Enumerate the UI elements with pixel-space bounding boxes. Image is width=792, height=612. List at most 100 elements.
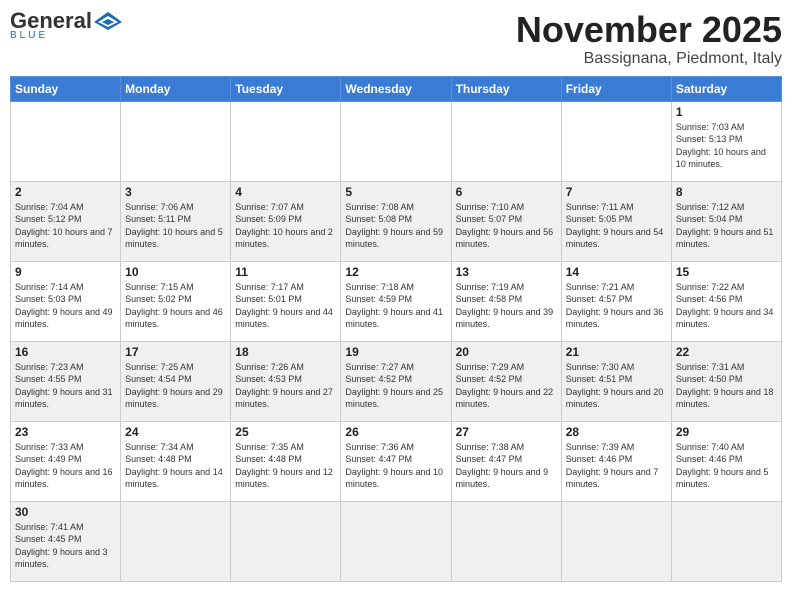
day-info: Sunrise: 7:23 AM Sunset: 4:55 PM Dayligh… — [15, 361, 116, 411]
day-number: 9 — [15, 265, 116, 279]
calendar-day-cell: 1 Sunrise: 7:03 AM Sunset: 5:13 PM Daylig… — [671, 101, 781, 181]
day-info: Sunrise: 7:27 AM Sunset: 4:52 PM Dayligh… — [345, 361, 446, 411]
calendar-day-cell — [231, 101, 341, 181]
logo: General BLUE — [10, 10, 124, 41]
calendar-day-cell: 2Sunrise: 7:04 AM Sunset: 5:12 PM Daylig… — [11, 181, 121, 261]
calendar-day-cell: 14Sunrise: 7:21 AM Sunset: 4:57 PM Dayli… — [561, 261, 671, 341]
calendar-week-row: 2Sunrise: 7:04 AM Sunset: 5:12 PM Daylig… — [11, 181, 782, 261]
calendar-day-cell — [121, 501, 231, 581]
day-number: 19 — [345, 345, 446, 359]
day-number: 10 — [125, 265, 226, 279]
day-info: Sunrise: 7:22 AM Sunset: 4:56 PM Dayligh… — [676, 281, 777, 331]
day-number: 14 — [566, 265, 667, 279]
calendar-day-cell: 8 Sunrise: 7:12 AM Sunset: 5:04 PM Daylig… — [671, 181, 781, 261]
day-number: 11 — [235, 265, 336, 279]
day-info: Sunrise: 7:26 AM Sunset: 4:53 PM Dayligh… — [235, 361, 336, 411]
day-number: 4 — [235, 185, 336, 199]
calendar-day-cell: 9 Sunrise: 7:14 AM Sunset: 5:03 PM Daylig… — [11, 261, 121, 341]
day-info: Sunrise: 7:41 AM Sunset: 4:45 PM Dayligh… — [15, 521, 116, 571]
weekday-header-tuesday: Tuesday — [231, 76, 341, 101]
day-number: 20 — [456, 345, 557, 359]
logo-text: General — [10, 10, 124, 32]
day-number: 13 — [456, 265, 557, 279]
day-info: Sunrise: 7:14 AM Sunset: 5:03 PM Dayligh… — [15, 281, 116, 331]
day-info: Sunrise: 7:38 AM Sunset: 4:47 PM Dayligh… — [456, 441, 557, 491]
day-info: Sunrise: 7:34 AM Sunset: 4:48 PM Dayligh… — [125, 441, 226, 491]
calendar-day-cell — [561, 101, 671, 181]
day-info: Sunrise: 7:03 AM Sunset: 5:13 PM Dayligh… — [676, 121, 777, 171]
weekday-header-monday: Monday — [121, 76, 231, 101]
weekday-header-thursday: Thursday — [451, 76, 561, 101]
day-info: Sunrise: 7:30 AM Sunset: 4:51 PM Dayligh… — [566, 361, 667, 411]
calendar-day-cell — [561, 501, 671, 581]
day-info: Sunrise: 7:33 AM Sunset: 4:49 PM Dayligh… — [15, 441, 116, 491]
month-title: November 2025 — [516, 10, 782, 50]
calendar-day-cell — [451, 101, 561, 181]
calendar-day-cell: 22Sunrise: 7:31 AM Sunset: 4:50 PM Dayli… — [671, 341, 781, 421]
day-info: Sunrise: 7:17 AM Sunset: 5:01 PM Dayligh… — [235, 281, 336, 331]
day-number: 21 — [566, 345, 667, 359]
calendar-day-cell: 12 Sunrise: 7:18 AM Sunset: 4:59 PM Dayli… — [341, 261, 451, 341]
calendar-day-cell — [231, 501, 341, 581]
day-number: 17 — [125, 345, 226, 359]
day-number: 25 — [235, 425, 336, 439]
weekday-header-saturday: Saturday — [671, 76, 781, 101]
day-info: Sunrise: 7:18 AM Sunset: 4:59 PM Dayligh… — [345, 281, 446, 331]
day-number: 27 — [456, 425, 557, 439]
calendar-day-cell: 29Sunrise: 7:40 AM Sunset: 4:46 PM Dayli… — [671, 421, 781, 501]
location-subtitle: Bassignana, Piedmont, Italy — [516, 50, 782, 68]
day-info: Sunrise: 7:29 AM Sunset: 4:52 PM Dayligh… — [456, 361, 557, 411]
day-info: Sunrise: 7:19 AM Sunset: 4:58 PM Dayligh… — [456, 281, 557, 331]
weekday-header-wednesday: Wednesday — [341, 76, 451, 101]
calendar-day-cell — [11, 101, 121, 181]
calendar-day-cell: 23 Sunrise: 7:33 AM Sunset: 4:49 PM Dayli… — [11, 421, 121, 501]
calendar-day-cell: 7 Sunrise: 7:11 AM Sunset: 5:05 PM Daylig… — [561, 181, 671, 261]
page: General BLUE November 2025 Bassignana, P… — [0, 0, 792, 592]
calendar-day-cell — [451, 501, 561, 581]
title-block: November 2025 Bassignana, Piedmont, Ital… — [516, 10, 782, 68]
header: General BLUE November 2025 Bassignana, P… — [10, 10, 782, 68]
day-info: Sunrise: 7:12 AM Sunset: 5:04 PM Dayligh… — [676, 201, 777, 251]
day-number: 30 — [15, 505, 116, 519]
calendar-day-cell: 16 Sunrise: 7:23 AM Sunset: 4:55 PM Dayli… — [11, 341, 121, 421]
day-number: 24 — [125, 425, 226, 439]
calendar-day-cell: 20 Sunrise: 7:29 AM Sunset: 4:52 PM Dayli… — [451, 341, 561, 421]
day-info: Sunrise: 7:36 AM Sunset: 4:47 PM Dayligh… — [345, 441, 446, 491]
calendar-week-row: 1 Sunrise: 7:03 AM Sunset: 5:13 PM Daylig… — [11, 101, 782, 181]
calendar-day-cell: 4Sunrise: 7:07 AM Sunset: 5:09 PM Daylig… — [231, 181, 341, 261]
weekday-header-row: SundayMondayTuesdayWednesdayThursdayFrid… — [11, 76, 782, 101]
calendar-day-cell: 5Sunrise: 7:08 AM Sunset: 5:08 PM Daylig… — [341, 181, 451, 261]
day-number: 23 — [15, 425, 116, 439]
day-number: 1 — [676, 105, 777, 119]
calendar-day-cell: 30 Sunrise: 7:41 AM Sunset: 4:45 PM Dayli… — [11, 501, 121, 581]
day-number: 29 — [676, 425, 777, 439]
day-info: Sunrise: 7:35 AM Sunset: 4:48 PM Dayligh… — [235, 441, 336, 491]
day-info: Sunrise: 7:39 AM Sunset: 4:46 PM Dayligh… — [566, 441, 667, 491]
weekday-header-sunday: Sunday — [11, 76, 121, 101]
calendar-day-cell: 18Sunrise: 7:26 AM Sunset: 4:53 PM Dayli… — [231, 341, 341, 421]
day-info: Sunrise: 7:06 AM Sunset: 5:11 PM Dayligh… — [125, 201, 226, 251]
day-info: Sunrise: 7:25 AM Sunset: 4:54 PM Dayligh… — [125, 361, 226, 411]
logo-icon — [92, 10, 124, 32]
day-number: 28 — [566, 425, 667, 439]
calendar-day-cell: 11 Sunrise: 7:17 AM Sunset: 5:01 PM Dayli… — [231, 261, 341, 341]
day-info: Sunrise: 7:10 AM Sunset: 5:07 PM Dayligh… — [456, 201, 557, 251]
calendar-day-cell: 13 Sunrise: 7:19 AM Sunset: 4:58 PM Dayli… — [451, 261, 561, 341]
day-number: 12 — [345, 265, 446, 279]
day-number: 16 — [15, 345, 116, 359]
calendar-day-cell: 15 Sunrise: 7:22 AM Sunset: 4:56 PM Dayli… — [671, 261, 781, 341]
day-number: 8 — [676, 185, 777, 199]
calendar-day-cell: 24 Sunrise: 7:34 AM Sunset: 4:48 PM Dayli… — [121, 421, 231, 501]
day-info: Sunrise: 7:11 AM Sunset: 5:05 PM Dayligh… — [566, 201, 667, 251]
calendar-day-cell: 3Sunrise: 7:06 AM Sunset: 5:11 PM Daylig… — [121, 181, 231, 261]
calendar-week-row: 16 Sunrise: 7:23 AM Sunset: 4:55 PM Dayli… — [11, 341, 782, 421]
calendar-day-cell: 28 Sunrise: 7:39 AM Sunset: 4:46 PM Dayli… — [561, 421, 671, 501]
day-number: 7 — [566, 185, 667, 199]
logo-general: General — [10, 10, 92, 32]
day-number: 22 — [676, 345, 777, 359]
day-number: 15 — [676, 265, 777, 279]
calendar-table: SundayMondayTuesdayWednesdayThursdayFrid… — [10, 76, 782, 582]
calendar-day-cell: 26Sunrise: 7:36 AM Sunset: 4:47 PM Dayli… — [341, 421, 451, 501]
calendar-week-row: 30 Sunrise: 7:41 AM Sunset: 4:45 PM Dayli… — [11, 501, 782, 581]
calendar-week-row: 23 Sunrise: 7:33 AM Sunset: 4:49 PM Dayli… — [11, 421, 782, 501]
